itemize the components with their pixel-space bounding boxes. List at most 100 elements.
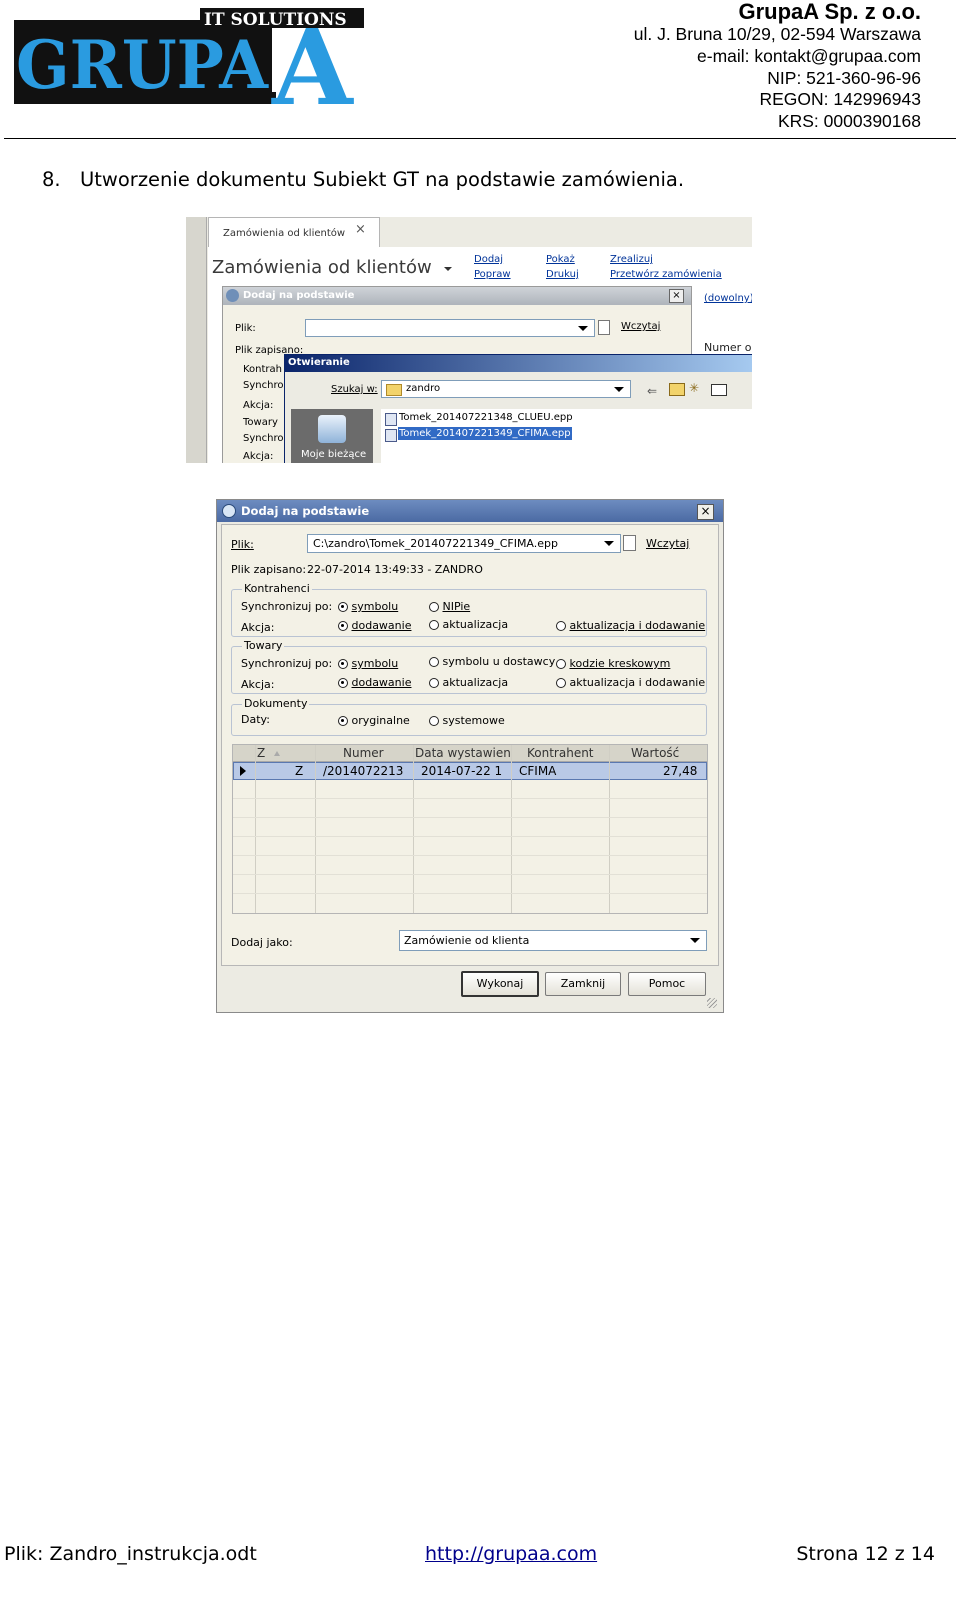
file-icon[interactable] bbox=[598, 320, 610, 335]
tab-zamowienia[interactable]: Zamówienia od klientów × bbox=[208, 217, 380, 248]
side-label-3: Akcja: bbox=[243, 400, 274, 411]
company-logo: IT SOLUTIONS GRUPA A bbox=[14, 8, 364, 110]
dodaj-jako-select[interactable]: Zamówienie od klienta bbox=[399, 930, 707, 951]
company-name: GrupaA Sp. z o.o. bbox=[738, 0, 921, 24]
column-header-wartosc[interactable]: Wartość bbox=[631, 746, 679, 760]
file-icon bbox=[385, 429, 397, 442]
section-title: Utworzenie dokumentu Subiekt GT na podst… bbox=[80, 168, 685, 191]
dialog-titlebar[interactable]: Dodaj na podstawie × bbox=[217, 500, 723, 522]
radio-kontr-sync-nip[interactable]: NIPie bbox=[429, 600, 470, 613]
chevron-down-icon bbox=[604, 541, 614, 546]
radio-tow-action-aktualizacja[interactable]: aktualizacja bbox=[429, 676, 508, 689]
open-dialog-title: Otwieranie bbox=[288, 357, 350, 368]
logo-text: GRUPA bbox=[16, 26, 269, 104]
side-label-1: Kontrah bbox=[243, 364, 283, 375]
footer-page: Strona 12 z 14 bbox=[796, 1543, 935, 1565]
footer-link-wrap: http://grupaa.com bbox=[425, 1543, 597, 1565]
menu-zrealizuj[interactable]: Zrealizuj bbox=[610, 254, 653, 265]
zamknij-button[interactable]: Zamknij bbox=[545, 972, 621, 996]
dialog-dodaj-na-podstawie: Dodaj na podstawie × Plik: C:\zandro\Tom… bbox=[216, 499, 724, 1013]
cell-z: Z bbox=[295, 764, 304, 778]
side-label-2: Synchro bbox=[243, 380, 284, 391]
dodaj-jako-label: Dodaj jako: bbox=[231, 936, 293, 949]
radio-kontr-sync-symbolu[interactable]: symbolu bbox=[338, 600, 398, 613]
column-header-data[interactable]: Data wystawien bbox=[415, 746, 511, 760]
wczytaj-link[interactable]: Wczytaj bbox=[646, 537, 689, 550]
wczytaj-link[interactable]: Wczytaj bbox=[621, 321, 660, 332]
column-numer-partial: Numer o bbox=[704, 341, 752, 354]
column-header-kontrahent[interactable]: Kontrahent bbox=[527, 746, 594, 760]
chevron-down-icon bbox=[614, 387, 624, 392]
kontrahenci-action-label: Akcja: bbox=[241, 621, 275, 634]
towary-sync-label: Synchronizuj po: bbox=[241, 657, 333, 670]
radio-tow-action-both[interactable]: aktualizacja i dodawanie bbox=[556, 676, 705, 689]
cell-numer: /2014072213 bbox=[323, 764, 404, 778]
tab-close-icon[interactable]: × bbox=[355, 222, 366, 237]
radio-daty-systemowe[interactable]: systemowe bbox=[429, 714, 505, 727]
radio-tow-sync-symbolu[interactable]: symbolu bbox=[338, 657, 398, 670]
radio-checked-icon bbox=[338, 621, 348, 631]
resize-grip-icon[interactable] bbox=[707, 998, 717, 1008]
radio-tow-sync-symbolu-dostawcy[interactable]: symbolu u dostawcy bbox=[429, 655, 555, 668]
footer-file: Plik: Zandro_instrukcja.odt bbox=[4, 1543, 257, 1565]
radio-unchecked-icon bbox=[556, 678, 566, 688]
cell-wartosc: 27,48 bbox=[663, 764, 698, 778]
radio-checked-icon bbox=[338, 716, 348, 726]
inactive-dialog-title: Dodaj na podstawie bbox=[243, 290, 355, 301]
filter-dowolny[interactable]: (dowolny) bbox=[704, 293, 752, 304]
company-krs: KRS: 0000390168 bbox=[777, 111, 921, 132]
group-towary-legend: Towary bbox=[242, 639, 285, 652]
menu-przetworz[interactable]: Przetwórz zamówienia bbox=[610, 269, 722, 280]
radio-unchecked-icon bbox=[429, 716, 439, 726]
section-number: 8. bbox=[42, 168, 61, 191]
row-pointer-icon bbox=[240, 766, 246, 776]
radio-unchecked-icon bbox=[429, 657, 439, 667]
radio-unchecked-icon bbox=[556, 659, 566, 669]
radio-kontr-action-aktualizacja[interactable]: aktualizacja bbox=[429, 618, 508, 631]
menu-popraw[interactable]: Popraw bbox=[474, 269, 511, 280]
radio-checked-icon bbox=[338, 678, 348, 688]
places-label: Moje bieżące bbox=[301, 449, 367, 460]
back-icon[interactable]: ⇐ bbox=[647, 384, 657, 398]
radio-unchecked-icon bbox=[429, 678, 439, 688]
radio-checked-icon bbox=[338, 602, 348, 612]
plik-combo[interactable] bbox=[305, 319, 595, 337]
radio-unchecked-icon bbox=[429, 620, 439, 630]
footer-link[interactable]: http://grupaa.com bbox=[425, 1543, 597, 1565]
up-folder-icon[interactable] bbox=[669, 383, 685, 396]
company-info: GrupaA Sp. z o.o. ul. J. Bruna 10/29, 02… bbox=[634, 0, 921, 133]
new-folder-icon[interactable]: ✳ bbox=[689, 381, 699, 395]
recent-documents-icon bbox=[318, 415, 346, 443]
view-menu-icon[interactable] bbox=[711, 384, 727, 396]
menu-pokaz[interactable]: Pokaż bbox=[546, 254, 575, 265]
menu-dodaj[interactable]: Dodaj bbox=[474, 254, 503, 265]
close-icon[interactable]: × bbox=[697, 504, 714, 520]
title-dropdown-icon[interactable] bbox=[444, 267, 452, 271]
radio-kontr-action-dodawanie[interactable]: dodawanie bbox=[338, 619, 411, 632]
screenshot-file-open: Zamówienia od klientów × Zamówienia od k… bbox=[186, 217, 752, 463]
column-header-numer[interactable]: Numer bbox=[343, 746, 384, 760]
places-my-recent[interactable]: Moje bieżące bbox=[291, 409, 373, 463]
file-browse-icon[interactable] bbox=[623, 535, 636, 551]
radio-daty-oryginalne[interactable]: oryginalne bbox=[338, 714, 410, 727]
radio-tow-action-dodawanie[interactable]: dodawanie bbox=[338, 676, 411, 689]
file-icon bbox=[385, 413, 397, 426]
radio-tow-sync-kod[interactable]: kodzie kreskowym bbox=[556, 657, 670, 670]
daty-label: Daty: bbox=[241, 713, 270, 726]
close-icon[interactable]: × bbox=[669, 289, 684, 303]
side-label-4: Towary bbox=[243, 417, 278, 428]
company-regon: REGON: 142996943 bbox=[759, 89, 922, 110]
header-divider bbox=[4, 138, 956, 139]
column-header-z[interactable]: Z bbox=[257, 746, 265, 760]
plik-combo[interactable]: C:\zandro\Tomek_201407221349_CFIMA.epp bbox=[307, 534, 621, 553]
folder-combo[interactable]: zandro bbox=[381, 380, 631, 398]
szukaj-label: Szukaj w: bbox=[331, 384, 378, 395]
radio-unchecked-icon bbox=[429, 602, 439, 612]
file-name: Tomek_201407221349_CFIMA.epp bbox=[398, 427, 572, 440]
wykonaj-button[interactable]: Wykonaj bbox=[461, 971, 539, 997]
menu-drukuj[interactable]: Drukuj bbox=[546, 269, 579, 280]
group-kontrahenci-legend: Kontrahenci bbox=[242, 582, 312, 595]
pomoc-button[interactable]: Pomoc bbox=[628, 972, 706, 996]
cell-kontrahent: CFIMA bbox=[519, 764, 557, 778]
radio-kontr-action-both[interactable]: aktualizacja i dodawanie bbox=[556, 619, 705, 632]
